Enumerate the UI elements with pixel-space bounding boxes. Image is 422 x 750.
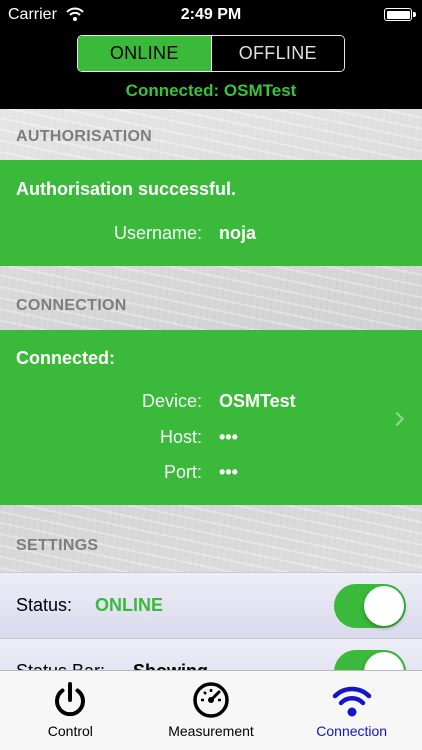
connection-section-header: CONNECTION [16,297,127,314]
username-label: Username: [113,223,202,243]
tab-connection-label: Connection [316,723,388,739]
tab-control-label: Control [47,723,93,739]
status-bar-setting-value: Showing [133,661,208,670]
online-segment-button[interactable]: ONLINE [78,36,211,71]
device-value: OSMTest [219,391,296,411]
gauge-icon [193,682,229,718]
settings-section-header: SETTINGS [16,537,99,554]
status-setting-label: Status: [16,595,73,615]
status-setting-value: ONLINE [95,595,164,615]
connection-title: Connected: [16,348,115,368]
top-bar: Carrier 2:49 PM ONLINE OFFLINE Connected… [0,0,422,109]
authorisation-panel: Authorisation successful. Username: noja [0,160,422,266]
battery-icon [384,8,416,21]
status-bar-toggle-knob [364,652,404,670]
status-toggle-knob [364,586,404,626]
status-bar-setting-row: Status Bar: Showing [0,638,422,670]
tab-connection[interactable]: Connection [281,671,422,750]
connection-panel[interactable]: Connected: Device: OSMTest Host: ••• Por… [0,330,422,505]
tab-bar: Control Measurement Connection [0,670,422,750]
host-label: Host: [159,427,202,447]
status-bar-toggle[interactable] [334,650,406,670]
tab-control[interactable]: Control [0,671,141,750]
offline-segment-button[interactable]: OFFLINE [210,36,344,71]
connection-status-text: Connected: OSMTest [125,81,297,100]
status-toggle[interactable] [334,584,406,628]
username-value: noja [219,223,257,243]
status-bar: Carrier 2:49 PM [0,0,422,30]
port-value: ••• [219,462,238,482]
host-value: ••• [219,427,238,447]
online-offline-segmented-control[interactable]: ONLINE OFFLINE [77,35,345,72]
chevron-right-icon[interactable] [389,411,405,427]
power-icon [55,682,86,717]
clock: 2:49 PM [180,6,242,23]
device-label: Device: [141,391,202,411]
tab-measurement-label: Measurement [168,723,254,739]
authorisation-section-header: AUTHORISATION [16,128,153,145]
wifi-icon [332,686,371,717]
main-content[interactable]: AUTHORISATION Authorisation successful. … [0,109,422,670]
tab-measurement[interactable]: Measurement [141,671,282,750]
status-bar-setting-label: Status Bar: [16,661,105,670]
status-setting-row: Status: ONLINE [0,572,422,638]
port-label: Port: [163,462,202,482]
authorisation-title: Authorisation successful. [16,179,237,199]
